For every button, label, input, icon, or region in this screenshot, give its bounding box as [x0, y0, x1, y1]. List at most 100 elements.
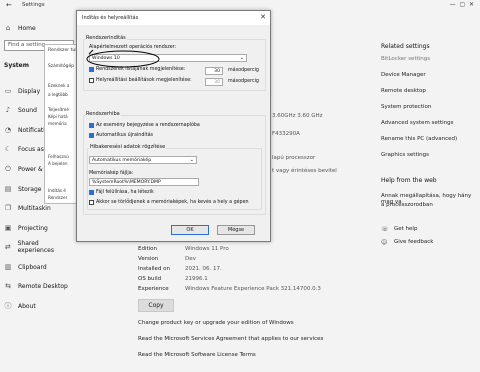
sidebar-item-label: Sound	[18, 106, 37, 114]
spec-value: Windows 11 Pro	[185, 246, 229, 252]
overwrite-checkbox[interactable]	[89, 190, 94, 195]
debug-info-select[interactable]: Automatikus memóriakép ⌄	[89, 156, 197, 164]
related-link[interactable]: BitLocker settings	[381, 56, 430, 62]
failure-group-label: Rendszerhiba	[85, 111, 121, 117]
sidebar-item-label: Clipboard	[18, 263, 47, 271]
give-feedback-link[interactable]: Give feedback	[394, 239, 433, 245]
spec-value: Windows Feature Experience Pack 321.1470…	[185, 286, 321, 292]
related-link[interactable]: Graphics settings	[381, 152, 429, 158]
startup-recovery-dialog: Indítás és helyreállítás ✕ Rendszerindít…	[76, 10, 271, 242]
back-arrow-icon[interactable]: ←	[6, 1, 12, 9]
remote-icon: ⇆	[5, 282, 11, 290]
show-recovery-row: Helyreállítási beállítások megjelenítése…	[89, 78, 192, 83]
sound-icon: ♪	[5, 106, 11, 114]
overwrite-label: Fájl felülírása, ha létezik	[96, 190, 154, 195]
cpu-speed: 3.60GHz 3.60 GHz	[272, 113, 323, 119]
show-recovery-checkbox[interactable]	[89, 78, 94, 83]
dump-file-label: Memóriakép fájlja:	[89, 171, 134, 176]
write-event-label: Az esemény bejegyzése a rendszernaplóba	[96, 123, 200, 128]
spec-value: 21996.1	[185, 276, 208, 282]
bottom-link[interactable]: Read the Microsoft Software License Term…	[138, 352, 256, 358]
overwrite-row: Fájl felülírása, ha létezik	[89, 190, 154, 195]
ok-button[interactable]: OK	[171, 225, 209, 235]
disable-autodelete-row: Akkor se törlődjenek a memóriaképek, ha …	[89, 200, 249, 205]
auto-restart-row: Automatikus újraindítás	[89, 133, 153, 138]
home-icon: ⌂	[5, 24, 11, 32]
related-link[interactable]: Advanced system settings	[381, 120, 453, 126]
debug-info-value: Automatikus memóriakép	[92, 158, 152, 163]
sidebar-item-label: Projecting	[18, 224, 48, 232]
dump-file-input[interactable]: %SystemRoot%\MEMORY.DMP	[89, 178, 199, 186]
spec-key: Experience	[138, 286, 169, 292]
display-icon: ▭	[4, 87, 12, 95]
projector-icon: ▣	[4, 224, 12, 232]
share-icon: ⇄	[4, 243, 11, 251]
help-link-cont[interactable]: a processzorodban	[381, 202, 433, 208]
show-os-list-row: Rendszerek listájának megjelenítése:	[89, 67, 185, 72]
sidebar-item-10[interactable]: ▥ Clipboard	[4, 258, 74, 276]
bottom-link[interactable]: Read the Microsoft Services Agreement th…	[138, 336, 323, 342]
feedback-icon: ☺	[381, 239, 388, 246]
cancel-button[interactable]: Mégse	[217, 225, 255, 235]
show-recovery-seconds[interactable]: 30	[205, 78, 223, 86]
spec-key: Installed on	[138, 266, 171, 272]
related-settings-title: Related settings	[381, 43, 430, 50]
write-event-row: Az esemény bejegyzése a rendszernaplóba	[89, 123, 200, 128]
get-help-icon: ☏	[381, 226, 389, 233]
auto-restart-label: Automatikus újraindítás	[96, 133, 154, 138]
show-os-list-label: Rendszerek listájának megjelenítése:	[96, 67, 186, 72]
moon-icon: ☾	[4, 145, 12, 153]
copy-button[interactable]: Copy	[138, 299, 174, 312]
seconds-label-1: másodpercig	[228, 68, 259, 73]
related-link[interactable]: System protection	[381, 104, 431, 110]
related-link[interactable]: Remote desktop	[381, 88, 426, 94]
get-help-link[interactable]: Get help	[394, 226, 417, 232]
close-icon[interactable]: ✕	[260, 13, 266, 21]
processor-fragment: lapú processzor	[272, 155, 316, 161]
auto-restart-checkbox[interactable]	[89, 133, 94, 138]
sidebar-item-label: Display	[18, 87, 41, 95]
related-link[interactable]: Rename this PC (advanced)	[381, 136, 457, 142]
storage-icon: ▤	[4, 185, 12, 193]
startup-group-label: Rendszerindítás	[85, 35, 127, 41]
show-os-list-seconds[interactable]: 30	[205, 67, 223, 75]
sidebar-item-label: Multitaskin	[18, 204, 51, 212]
multitask-icon: ❐	[4, 204, 12, 212]
spec-value: Dev	[185, 256, 196, 262]
power-icon: ⏻	[5, 165, 11, 173]
help-title: Help from the web	[381, 177, 437, 184]
show-recovery-label: Helyreállítási beállítások megjelenítése…	[96, 78, 192, 83]
clipboard-icon: ▥	[4, 263, 12, 271]
sidebar-item-label: Shared experiences	[17, 240, 54, 254]
touch-fragment: t vagy érintéses bevitel	[272, 168, 337, 174]
sidebar-item-11[interactable]: ⇆ Remote Desktop	[4, 277, 74, 295]
seconds-label-2: másodpercig	[228, 79, 259, 84]
info-icon: ⓘ	[4, 302, 12, 310]
chevron-down-icon: ⌄	[189, 157, 194, 163]
section-system: System	[4, 62, 29, 69]
spec-key: OS build	[138, 276, 162, 282]
window-controls: — ▢ ✕	[449, 1, 474, 8]
disable-autodelete-checkbox[interactable]	[89, 200, 94, 205]
window-title: Settings	[22, 2, 45, 8]
device-id-fragment: F433290A	[272, 131, 300, 137]
chevron-down-icon: ⌄	[239, 55, 244, 61]
sidebar-item-label: Storage	[18, 185, 42, 193]
disable-autodelete-label: Akkor se törlődjenek a memóriaképek, ha …	[96, 200, 249, 205]
sidebar-item-12[interactable]: ⓘ About	[4, 297, 74, 315]
sidebar-item-9[interactable]: ⇄ Shared experiences	[4, 238, 74, 256]
related-link[interactable]: Device Manager	[381, 72, 426, 78]
dialog-title: Indítás és helyreállítás	[77, 11, 270, 25]
sidebar-item-8[interactable]: ▣ Projecting	[4, 219, 74, 237]
sidebar-item-label: Remote Desktop	[18, 282, 68, 290]
spec-key: Edition	[138, 246, 158, 252]
show-os-list-checkbox[interactable]	[89, 67, 94, 72]
sidebar-item-label: About	[18, 302, 36, 310]
bell-icon: ◔	[4, 126, 12, 134]
spec-key: Version	[138, 256, 159, 262]
debug-group-label: Hibakeresési adatok rögzítése	[89, 144, 167, 150]
write-event-checkbox[interactable]	[89, 123, 94, 128]
bottom-link[interactable]: Change product key or upgrade your editi…	[138, 320, 294, 326]
nav-home[interactable]: ⌂ Home	[4, 19, 74, 37]
spec-value: 2021. 06. 17.	[185, 266, 222, 272]
